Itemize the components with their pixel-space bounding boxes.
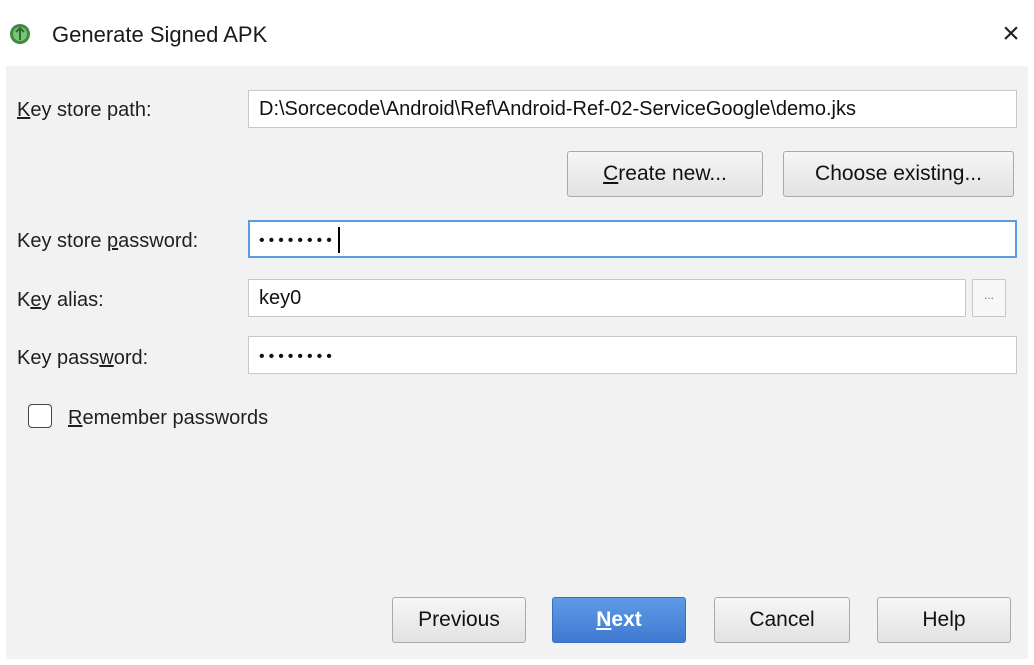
remember-passwords-mnemonic: R (68, 407, 83, 429)
key-store-path-value: D:\Sorcecode\Android\Ref\Android-Ref-02-… (259, 98, 856, 120)
create-new-button[interactable]: Create new... (567, 151, 763, 197)
close-icon[interactable]: × (996, 19, 1026, 50)
key-alias-browse-button[interactable]: ... (972, 279, 1006, 317)
next-mnemonic: N (596, 608, 612, 631)
create-new-label: reate new... (618, 162, 727, 185)
window-title: Generate Signed APK (52, 22, 268, 47)
title-bar: Generate Signed APK × (0, 0, 1034, 66)
key-alias-field[interactable]: key0 (248, 279, 966, 317)
next-button[interactable]: Next (552, 597, 686, 643)
key-password-label-text: ord: (113, 347, 149, 369)
key-store-path-label-text: ey store path: (30, 99, 152, 121)
key-password-label-pre: Key pass (17, 347, 100, 369)
key-alias-mnemonic: e (30, 289, 42, 311)
key-store-path-mnemonic: K (17, 99, 31, 121)
remember-passwords-checkbox[interactable] (28, 404, 52, 428)
key-store-password-value: •••••••• (259, 232, 336, 249)
key-store-password-label: Key store password: (17, 228, 198, 254)
key-password-value: •••••••• (259, 348, 336, 365)
key-alias-label-text: y alias: (41, 289, 104, 311)
remember-passwords-label[interactable]: Remember passwords (68, 405, 268, 431)
text-caret (337, 226, 340, 253)
android-studio-icon (10, 24, 30, 44)
choose-existing-button[interactable]: Choose existing... (783, 151, 1014, 197)
key-password-field[interactable]: •••••••• (248, 336, 1017, 374)
help-button[interactable]: Help (877, 597, 1011, 643)
key-store-password-mnemonic: p (107, 230, 119, 252)
key-store-path-label: Key store path: (17, 97, 152, 123)
remember-passwords-label-text: emember passwords (82, 407, 269, 429)
cancel-button[interactable]: Cancel (714, 597, 850, 643)
key-store-path-field[interactable]: D:\Sorcecode\Android\Ref\Android-Ref-02-… (248, 90, 1017, 128)
key-alias-label: Key alias: (17, 287, 104, 313)
key-alias-label-pre: K (17, 289, 31, 311)
key-password-mnemonic: w (99, 347, 114, 369)
key-password-label: Key password: (17, 345, 148, 371)
create-new-mnemonic: C (603, 162, 619, 185)
next-label: ext (611, 608, 642, 631)
key-alias-value: key0 (259, 287, 302, 309)
key-store-password-label-pre: Key store (17, 230, 108, 252)
key-store-password-label-text: assword: (118, 230, 199, 252)
previous-button[interactable]: Previous (392, 597, 526, 643)
key-store-password-field[interactable]: •••••••• (248, 220, 1017, 258)
